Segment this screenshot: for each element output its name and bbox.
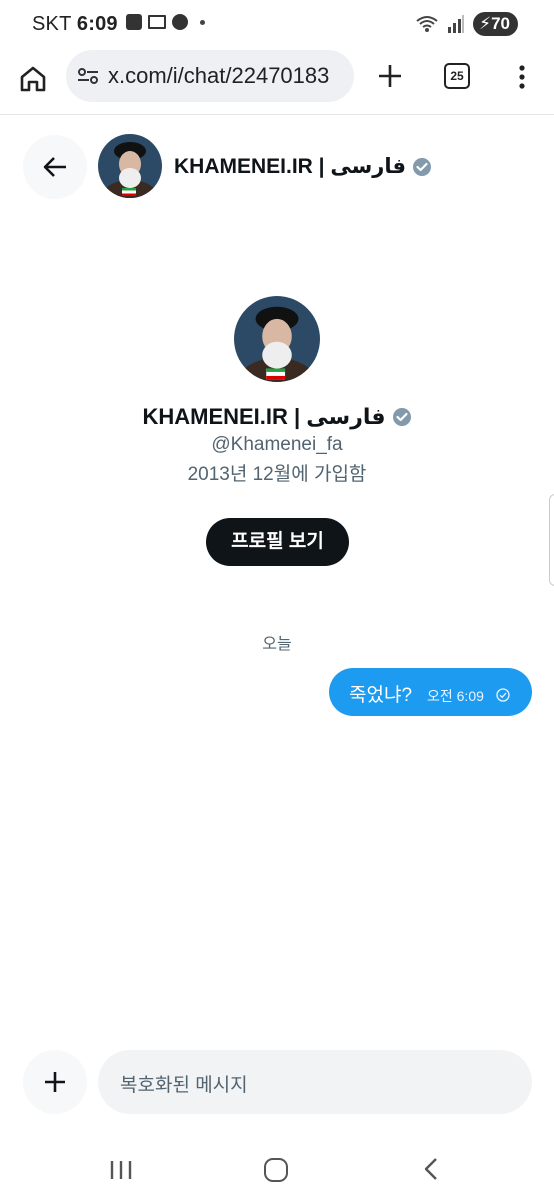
status-right: ⚡70 (415, 12, 518, 36)
profile-joined-date: 2013년 12월에 가입함 (187, 464, 367, 485)
arrow-left-icon (43, 157, 66, 177)
back-nav-icon[interactable] (420, 1156, 444, 1182)
profile-avatar[interactable] (234, 296, 320, 382)
avatar-image (98, 134, 162, 198)
new-tab-icon[interactable] (374, 60, 406, 92)
date-divider: 오늘 (262, 636, 292, 653)
scrollbar-handle[interactable] (549, 494, 554, 586)
message-bubble-outgoing[interactable]: 죽었냐? 오전 6:09 (329, 668, 532, 716)
battery-level: 70 (491, 14, 510, 33)
conversation-title[interactable]: KHAMENEI.IR | فارسی (174, 154, 432, 179)
avatar[interactable] (98, 134, 162, 198)
profile-handle: @Khamenei_fa (211, 434, 343, 455)
mail-icon (126, 14, 142, 30)
notification-icons (126, 14, 205, 30)
verified-badge-icon (413, 157, 432, 176)
message-input-placeholder: 복호화된 메시지 (120, 1075, 248, 1096)
message-text: 죽었냐? (349, 685, 413, 706)
profile-name: KHAMENEI.IR | فارسی (0, 404, 554, 430)
verified-badge-icon (392, 408, 411, 426)
gmail-icon (148, 15, 166, 29)
wifi-icon (416, 16, 438, 32)
battery-indicator: ⚡70 (473, 12, 518, 36)
sent-check-icon (496, 688, 510, 702)
tab-count: 25 (450, 69, 464, 83)
more-vert-icon[interactable] (512, 62, 532, 92)
browser-toolbar: x.com/i/chat/22470183 25 (0, 48, 554, 115)
status-carrier-time: SKT 6:09 (32, 13, 118, 36)
home-nav-icon[interactable] (264, 1158, 288, 1182)
system-nav-bar (0, 1140, 554, 1200)
tab-switcher-button[interactable]: 25 (444, 63, 470, 89)
message-input[interactable]: 복호화된 메시지 (98, 1050, 532, 1114)
clock: 6:09 (76, 13, 118, 35)
conversation-name: KHAMENEI.IR | فارسی (174, 155, 407, 178)
profile-avatar-image (234, 296, 320, 382)
view-profile-button[interactable]: 프로필 보기 (206, 518, 349, 566)
url-text[interactable]: x.com/i/chat/22470183 (108, 63, 329, 89)
more-notifications-dot-icon (200, 19, 205, 25)
carrier-label: SKT (32, 13, 72, 35)
back-button[interactable] (23, 135, 87, 199)
address-bar[interactable]: x.com/i/chat/22470183 (66, 50, 354, 102)
attach-button[interactable] (23, 1050, 87, 1114)
profile-display-name: KHAMENEI.IR | فارسی (142, 404, 386, 429)
home-icon[interactable] (16, 62, 50, 96)
site-settings-icon[interactable] (76, 64, 100, 88)
plus-icon (45, 1072, 65, 1092)
recent-apps-icon[interactable] (108, 1160, 134, 1180)
chat-header: KHAMENEI.IR | فارسی (0, 114, 554, 218)
talk-icon (172, 14, 188, 30)
signal-icon (448, 15, 465, 33)
message-time: 오전 6:09 (427, 688, 484, 704)
status-bar: SKT 6:09 ⚡70 (0, 0, 554, 48)
